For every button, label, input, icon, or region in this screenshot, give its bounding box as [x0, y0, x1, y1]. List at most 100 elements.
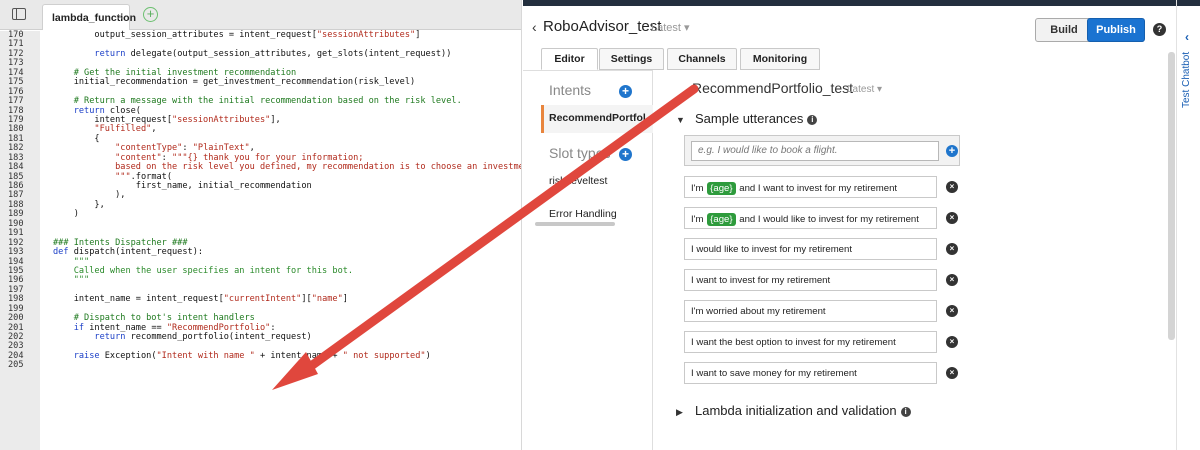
- utterance-text[interactable]: I'm worried about my retirement: [684, 300, 937, 322]
- publish-button[interactable]: Publish: [1087, 18, 1145, 42]
- code-token: based on the risk level you defined, my …: [115, 162, 522, 173]
- utterance-text[interactable]: I want to invest for my retirement: [684, 269, 937, 291]
- add-tab-icon[interactable]: +: [143, 7, 158, 22]
- code-token: recommend_portfolio(intent_request): [125, 332, 312, 342]
- remove-utterance-icon[interactable]: ×: [946, 181, 958, 193]
- intent-editor: RecommendPortfolio_test Latest ▾ ▼ Sample…: [654, 70, 1154, 450]
- utterance-row: I'm {age} and I want to invest for my re…: [684, 176, 960, 198]
- expand-chevron-icon[interactable]: ‹: [1185, 30, 1189, 44]
- utterance-text[interactable]: I want to save money for my retirement: [684, 362, 937, 384]
- nav-scrollbar[interactable]: [535, 222, 615, 226]
- utterance-text-part: I want to invest for my retirement: [691, 275, 831, 286]
- utterance-text[interactable]: I would like to invest for my retirement: [684, 238, 937, 260]
- sample-utterances-label: Sample utterances: [695, 111, 804, 126]
- utterance-text-part: I would like to invest for my retirement: [691, 244, 853, 255]
- code-text: return recommend_portfolio(intent_reques…: [40, 332, 312, 342]
- sidebar-toggle-icon[interactable]: [12, 8, 26, 20]
- lex-console: ‹ RoboAdvisor_test Latest ▾ Build Publis…: [523, 0, 1200, 450]
- code-line[interactable]: 202 return recommend_portfolio(intent_re…: [0, 332, 521, 343]
- code-token: initial_recommendation = get_investment_…: [53, 77, 416, 88]
- sample-utterances-header[interactable]: ▼ Sample utterances i: [676, 111, 818, 126]
- code-text: raise Exception("Intent with name " + in…: [40, 350, 431, 361]
- code-line[interactable]: 172 return delegate(output_session_attri…: [0, 49, 521, 60]
- code-line[interactable]: 190: [0, 219, 521, 230]
- code-line[interactable]: 189 ): [0, 209, 521, 220]
- code-token: raise: [73, 350, 100, 361]
- slot-chip[interactable]: {age}: [707, 182, 736, 195]
- utterance-text[interactable]: I want the best option to invest for my …: [684, 331, 937, 353]
- tab-lambda-function[interactable]: lambda_function ×: [42, 4, 136, 30]
- close-icon[interactable]: ×: [117, 12, 123, 23]
- utterance-text-part: I'm: [691, 214, 707, 225]
- lambda-section-label: Lambda initialization and validation: [695, 403, 897, 418]
- back-chevron-icon[interactable]: ‹: [532, 19, 537, 35]
- code-token: ]: [415, 30, 421, 40]
- intent-title: RecommendPortfolio_test: [692, 80, 854, 96]
- code-token: "Fulfilled": [94, 124, 152, 135]
- nav-item-slot-type[interactable]: riskLeveltest: [549, 175, 607, 187]
- intent-version-dropdown[interactable]: Latest ▾: [847, 84, 882, 95]
- utterance-input[interactable]: e.g. I would like to book a flight.: [691, 141, 939, 161]
- utterance-text-part: and I want to invest for my retirement: [736, 183, 898, 194]
- info-icon[interactable]: i: [900, 407, 911, 417]
- code-text: """: [40, 276, 90, 285]
- code-line[interactable]: 198 intent_name = intent_request["curren…: [0, 294, 521, 305]
- code-token: "sessionAttributes": [172, 114, 271, 125]
- utterance-entry: e.g. I would like to book a flight. +: [684, 135, 960, 166]
- utterance-row: I'm worried about my retirement ×: [684, 300, 960, 322]
- code-text: intent_name = intent_request["currentInt…: [40, 295, 348, 304]
- remove-utterance-icon[interactable]: ×: [946, 274, 958, 286]
- info-icon[interactable]: i: [807, 115, 818, 125]
- tab-channels[interactable]: Channels: [667, 48, 737, 70]
- code-line[interactable]: 204 raise Exception("Intent with name " …: [0, 350, 521, 362]
- tab-settings[interactable]: Settings: [599, 48, 664, 70]
- slot-chip[interactable]: {age}: [707, 213, 736, 226]
- remove-utterance-icon[interactable]: ×: [946, 243, 958, 255]
- add-intent-icon[interactable]: +: [619, 85, 632, 98]
- lambda-section-header[interactable]: ▶ Lambda initialization and validation i: [676, 403, 911, 418]
- tab-monitoring[interactable]: Monitoring: [740, 48, 820, 70]
- caret-down-icon: ▼: [676, 115, 685, 125]
- tab-editor[interactable]: Editor: [541, 48, 598, 70]
- add-utterance-icon[interactable]: +: [946, 145, 958, 157]
- code-line[interactable]: 175 initial_recommendation = get_investm…: [0, 77, 521, 88]
- code-text: ): [40, 210, 79, 219]
- code-token: "sessionAttributes": [316, 30, 416, 40]
- bot-version-dropdown[interactable]: Latest ▾: [651, 21, 690, 34]
- nav-item-intent[interactable]: RecommendPortfol: [549, 112, 646, 124]
- code-line[interactable]: 170 output_session_attributes = intent_r…: [0, 30, 521, 41]
- nav-item-error-handling[interactable]: Error Handling: [549, 208, 617, 220]
- nav-intents-heading: Intents: [549, 82, 592, 98]
- left-navigation: Intents + RecommendPortfol Slot types + …: [523, 70, 653, 450]
- code-area[interactable]: 170 output_session_attributes = intent_r…: [0, 30, 522, 371]
- remove-utterance-icon[interactable]: ×: [946, 305, 958, 317]
- code-text: output_session_attributes = intent_reque…: [40, 30, 421, 40]
- test-chatbot-label[interactable]: Test Chatbot: [1181, 48, 1192, 108]
- help-icon[interactable]: ?: [1153, 23, 1166, 36]
- utterance-text[interactable]: I'm {age} and I would like to invest for…: [684, 207, 937, 229]
- code-token: return: [94, 332, 126, 342]
- remove-utterance-icon[interactable]: ×: [946, 212, 958, 224]
- test-chatbot-rail[interactable]: ‹ Test Chatbot: [1176, 0, 1200, 450]
- utterance-text[interactable]: I'm {age} and I want to invest for my re…: [684, 176, 937, 198]
- nav-slot-types-heading: Slot types: [549, 145, 611, 161]
- remove-utterance-icon[interactable]: ×: [946, 367, 958, 379]
- remove-utterance-icon[interactable]: ×: [946, 336, 958, 348]
- add-slot-type-icon[interactable]: +: [619, 148, 632, 161]
- code-line[interactable]: 205: [0, 360, 521, 371]
- build-button[interactable]: Build: [1035, 18, 1093, 42]
- console-header: ‹ RoboAdvisor_test Latest ▾ Build Publis…: [523, 6, 1170, 46]
- utterance-row: I want to save money for my retirement ×: [684, 362, 960, 384]
- code-token: ],: [270, 114, 281, 125]
- code-line[interactable]: 196 """: [0, 275, 521, 286]
- main-scrollbar[interactable]: [1168, 52, 1175, 340]
